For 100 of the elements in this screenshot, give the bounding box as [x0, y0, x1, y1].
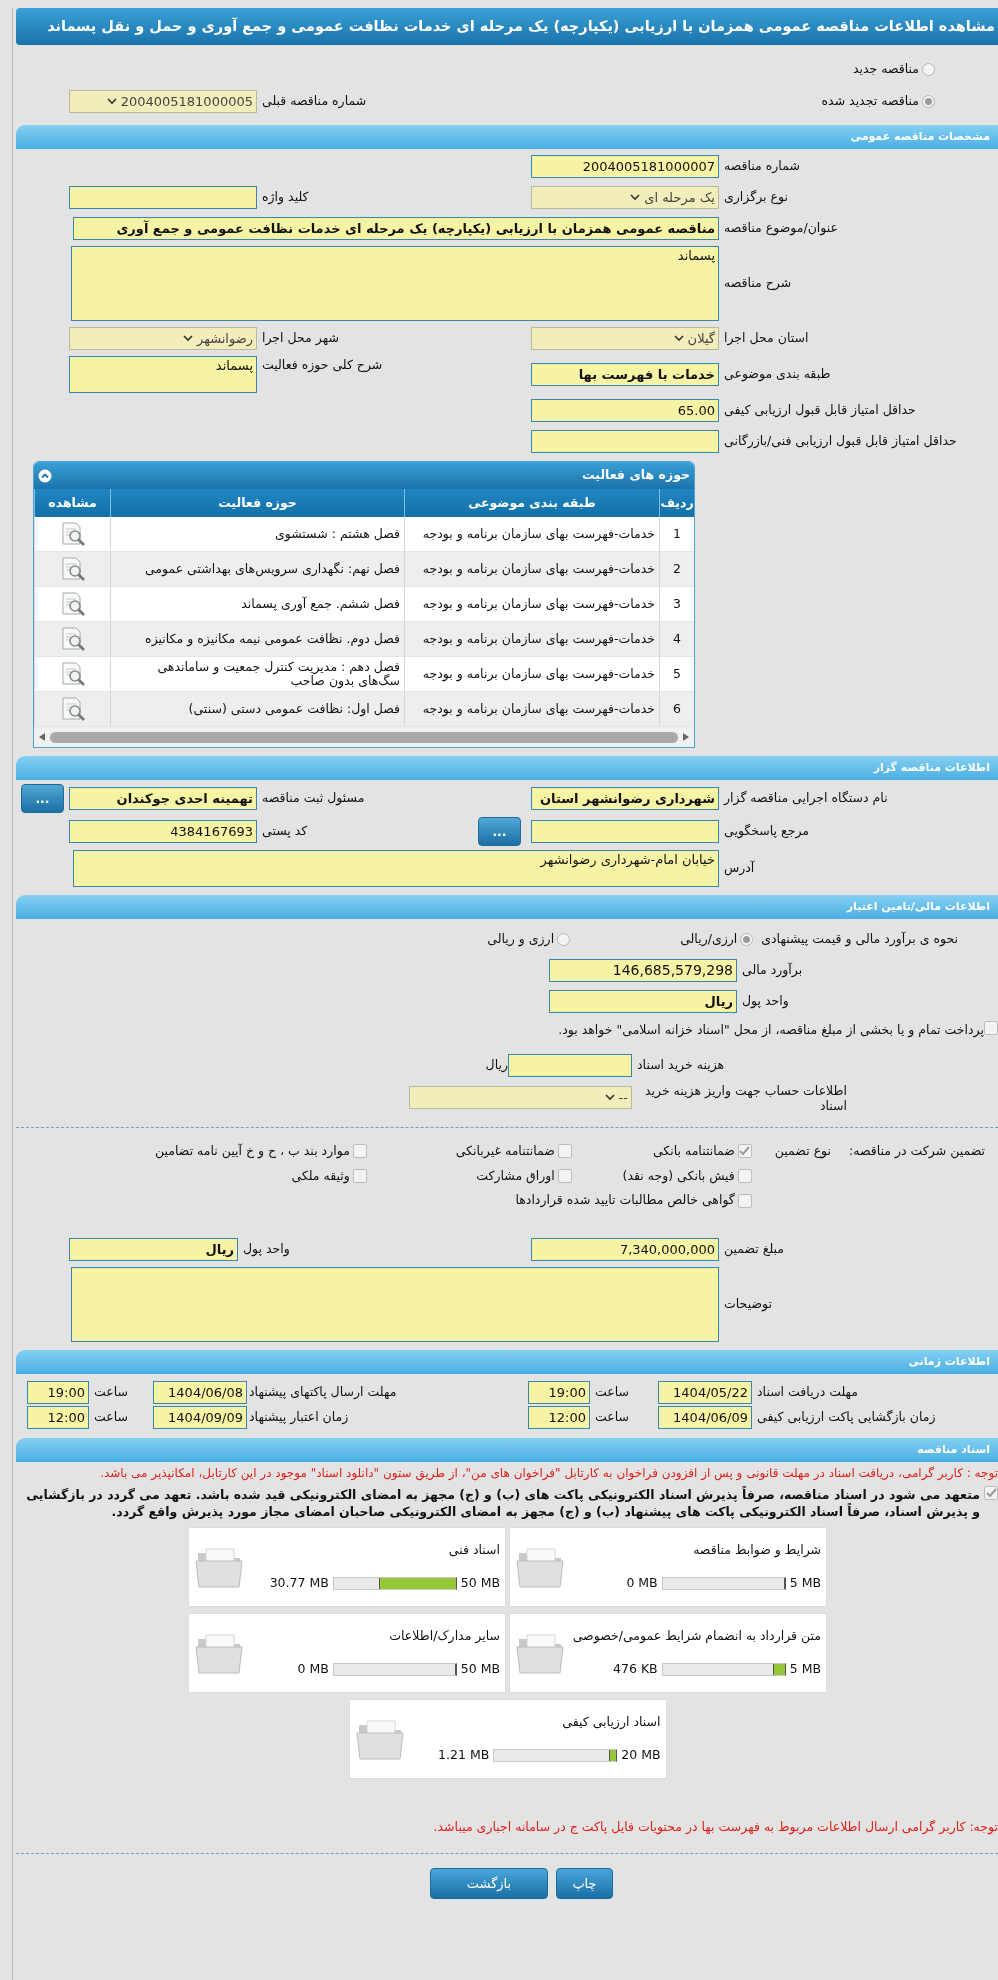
- document-title: اسناد ارزیابی کیفی: [561, 1713, 661, 1732]
- radio-button[interactable]: [557, 932, 571, 946]
- collapse-icon[interactable]: [38, 468, 52, 483]
- document-search-icon[interactable]: [59, 521, 86, 547]
- table-cell: 4: [673, 632, 681, 646]
- text-area[interactable]: [71, 1267, 719, 1342]
- text-field[interactable]: 19:00: [27, 1381, 89, 1404]
- field-label: شماره مناقصه: [724, 157, 800, 176]
- checkbox[interactable]: [984, 1486, 998, 1500]
- text-field[interactable]: 2004005181000007: [531, 155, 719, 178]
- text-field[interactable]: 12:00: [27, 1406, 89, 1429]
- checkbox[interactable]: [737, 1193, 752, 1208]
- checkbox-label: موارد بند ب ، ح و خ آیین نامه تضامین: [155, 1141, 350, 1161]
- file-size: 0 MB: [297, 1660, 329, 1678]
- text-field[interactable]: 146,685,579,298: [549, 959, 737, 982]
- text-field[interactable]: 1404/05/22: [658, 1381, 752, 1404]
- option-label: مناقصه تجدید شده: [821, 91, 919, 110]
- field-label: شرح مناقصه: [724, 274, 792, 293]
- text-field[interactable]: مناقصه عمومی همزمان با ارزیابی (یکپارچه) یک مرحله ای خدمات نظافت عمومی و جمع آوری: [73, 217, 719, 240]
- text-field[interactable]: شهرداری رضوانشهر استان: [531, 787, 719, 810]
- checkbox[interactable]: [557, 1168, 572, 1183]
- document-search-icon[interactable]: [59, 661, 86, 687]
- text-field[interactable]: 1404/06/08: [153, 1381, 247, 1404]
- notice-text: توجه: کاربر گرامی ارسال اطلاعات مربوط به فهرست بها در محتویات فایل پاکت ج در سامانه اجباری میباشد.: [432, 1818, 998, 1835]
- caret-icon: [673, 335, 684, 342]
- column-header: طبقه بندی موضوعی: [404, 489, 659, 517]
- field-label: مبلغ تضمین: [724, 1240, 785, 1259]
- more-button[interactable]: ...: [478, 817, 521, 846]
- checkbox-label: پرداخت تمام و یا بخشی از مبلغ مناقصه، از محل "اسناد خزانه اسلامی" خواهد بود.: [557, 1021, 984, 1040]
- checkbox[interactable]: [984, 1021, 998, 1035]
- text-area[interactable]: خیابان امام-شهرداری رضوانشهر: [73, 850, 719, 887]
- checkbox-label: ضمانتنامه بانکی: [652, 1141, 735, 1160]
- field-label: استان محل اجرا: [724, 329, 809, 348]
- checkbox[interactable]: [557, 1144, 572, 1159]
- radio-button[interactable]: [922, 94, 935, 108]
- dropdown[interactable]: گیلان: [531, 327, 719, 350]
- text-field[interactable]: [508, 1053, 632, 1077]
- text-field[interactable]: 1404/09/09: [153, 1406, 247, 1429]
- radio-button[interactable]: [922, 62, 935, 76]
- text-area[interactable]: پسماند: [71, 246, 719, 321]
- action-button[interactable]: چاپ: [556, 1868, 613, 1899]
- field-label: توضیحات: [724, 1295, 772, 1314]
- text-field[interactable]: خدمات با فهرست بها: [531, 363, 719, 386]
- page-title: مشاهده اطلاعات مناقصه عمومی همزمان با ارزیابی (یکپارچه) یک مرحله ای خدمات نظافت عمومی و جمع آوری و حمل و نقل پسماند: [47, 16, 995, 37]
- field-label: شرح کلی حوزه فعالیت: [262, 356, 383, 375]
- dropdown[interactable]: --: [409, 1086, 632, 1110]
- checkbox-label: گواهی خالص مطالبات تایید شده قراردادها: [515, 1191, 735, 1210]
- field-label: عنوان/موضوع مناقصه: [724, 219, 838, 238]
- table-cell: 5: [673, 667, 681, 681]
- field-label: مهلت دریافت اسناد: [757, 1383, 859, 1402]
- check-icon: [739, 1146, 751, 1157]
- dropdown[interactable]: 2004005181000005: [69, 89, 257, 113]
- table-cell: خدمات-فهرست بهای سازمان برنامه و بودجه: [422, 667, 655, 681]
- text-field[interactable]: 7,340,000,000: [531, 1238, 719, 1261]
- text-area[interactable]: پسماند: [69, 356, 257, 393]
- action-button[interactable]: بازگشت: [430, 1868, 548, 1899]
- document-search-icon[interactable]: [59, 626, 86, 652]
- table-cell: خدمات-فهرست بهای سازمان برنامه و بودجه: [422, 632, 655, 646]
- folder-icon: [515, 1631, 567, 1675]
- scroll-left-icon: [38, 732, 46, 742]
- caret-icon: [604, 1094, 615, 1102]
- document-search-icon[interactable]: [59, 591, 86, 617]
- table-cell: 6: [673, 702, 681, 716]
- document-title: سایر مدارک/اطلاعات: [388, 1627, 500, 1646]
- field-label: مهلت ارسال پاکتهای پیشنهاد: [249, 1383, 397, 1402]
- field-label: مرجع پاسخگویی: [724, 822, 810, 841]
- scrollbar-thumb[interactable]: [50, 731, 678, 743]
- radio-button[interactable]: [740, 932, 754, 946]
- field-label: کلید واژه: [262, 188, 309, 207]
- more-button[interactable]: ...: [21, 784, 64, 813]
- text-field[interactable]: ریال: [69, 1238, 238, 1261]
- dropdown[interactable]: یک مرحله ای: [531, 186, 719, 209]
- text-field[interactable]: [531, 820, 719, 843]
- text-field[interactable]: 12:00: [528, 1406, 590, 1429]
- field-label: شماره مناقصه قبلی: [262, 91, 367, 111]
- table-cell: فصل نهم: نگهداری سرویس‌های بهداشتی عمومی: [144, 562, 400, 576]
- text-field[interactable]: 65.00: [531, 399, 719, 422]
- size-limit: 50 MB: [460, 1574, 500, 1592]
- dropdown[interactable]: رضوانشهر: [69, 327, 257, 350]
- text-field[interactable]: [69, 186, 257, 209]
- checkbox[interactable]: [352, 1144, 367, 1159]
- text-field[interactable]: ریال: [549, 990, 737, 1013]
- document-search-icon[interactable]: [59, 556, 86, 582]
- checkbox[interactable]: [737, 1144, 752, 1159]
- text-field[interactable]: 4384167693: [69, 820, 257, 843]
- text-field[interactable]: 1404/06/09: [658, 1406, 752, 1429]
- checkbox[interactable]: [352, 1168, 367, 1183]
- checkbox-label: ضمانتنامه غیربانکی: [455, 1141, 555, 1161]
- commitment-text: متعهد می شود در اسناد مناقصه، صرفاً پذیرش اسناد الکترونیکی پاکت های (ب) و (ج) مجهز به امضای الکترونیکی قید شده باشد. تعهد می گردد در بازگشایی و پذیرش اسناد، صرفاً اسناد الکترونیکی پاکت های پیشنهاد (ب) و (ج) مجهز به امضای الکترونیکی صاحبان امضای مجاز مورد پذیرش واقع گردد.: [25, 1486, 980, 1520]
- checkbox[interactable]: [737, 1168, 752, 1183]
- check-icon: [985, 1488, 997, 1498]
- text-field[interactable]: تهمینه احدی جوکندان: [69, 787, 257, 810]
- section-header: اطلاعات مناقصه گزار: [16, 756, 998, 780]
- document-search-icon[interactable]: [59, 696, 86, 722]
- field-label: ساعت: [94, 1383, 128, 1402]
- field-label: واحد پول: [243, 1240, 290, 1259]
- text-field[interactable]: 19:00: [528, 1381, 590, 1404]
- panel-title: حوزه های فعالیت: [582, 466, 690, 485]
- caret-icon: [106, 97, 117, 105]
- text-field[interactable]: [531, 430, 719, 453]
